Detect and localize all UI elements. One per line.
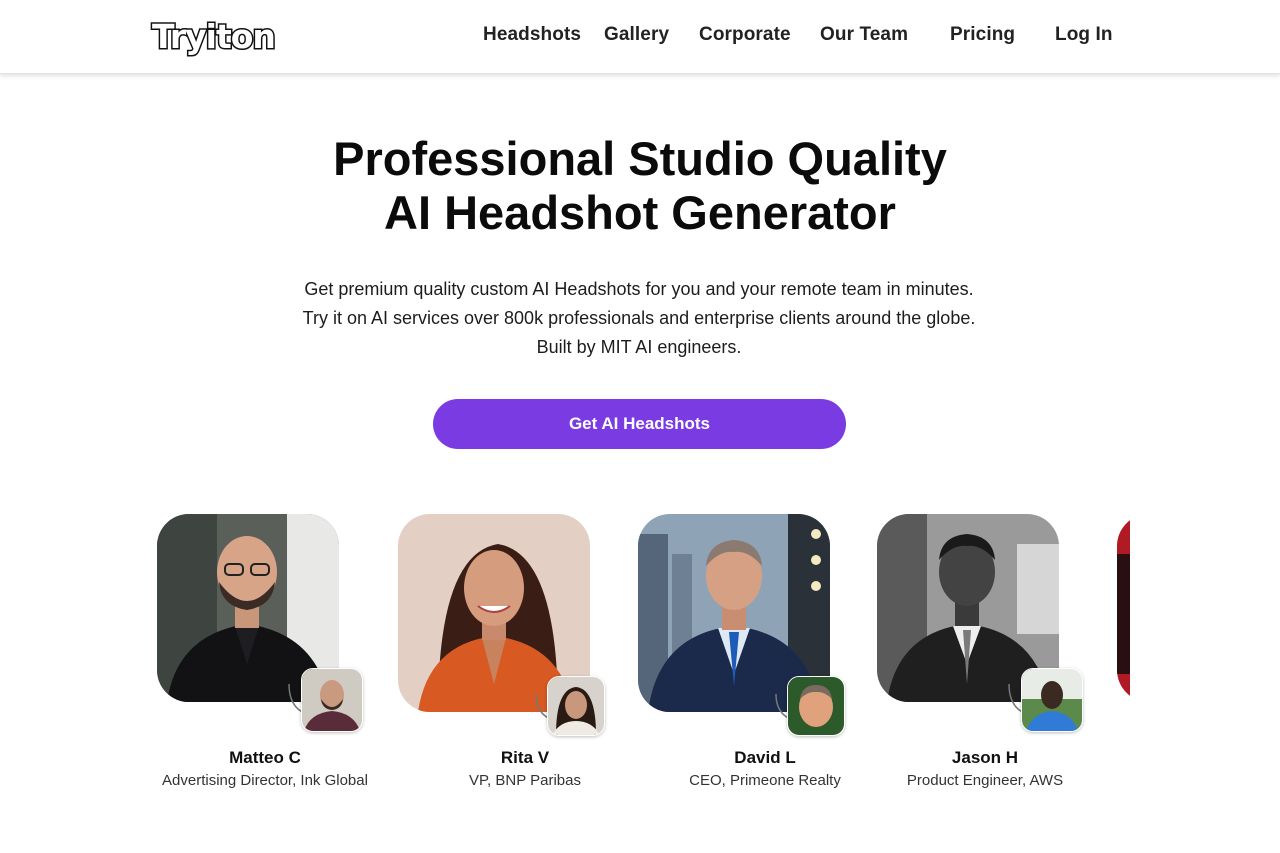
nav-headshots[interactable]: Headshots	[483, 24, 581, 46]
site-header: Tryiton Headshots Gallery Corporate Our …	[0, 0, 1280, 74]
testimonial-card-partial[interactable]	[1110, 505, 1130, 805]
source-selfie-thumbnail	[787, 676, 845, 736]
source-selfie-thumbnail	[547, 676, 605, 736]
ai-headshot-photo	[1117, 514, 1130, 702]
nav-pricing[interactable]: Pricing	[950, 24, 1015, 46]
nav-corporate[interactable]: Corporate	[699, 24, 791, 46]
hero-title: Professional Studio Quality AI Headshot …	[240, 132, 1040, 240]
testimonial-carousel[interactable]: Matteo C Advertising Director, Ink Globa…	[150, 505, 1130, 805]
nav-gallery[interactable]: Gallery	[604, 24, 669, 46]
testimonial-card[interactable]: Rita V VP, BNP Paribas	[390, 505, 620, 805]
testimonial-name: Matteo C	[229, 748, 301, 767]
testimonial-name: Jason H	[951, 748, 1019, 767]
nav-our-team[interactable]: Our Team	[820, 24, 908, 46]
logo-wordmark: Tryiton	[151, 16, 278, 58]
testimonial-role: VP, BNP Paribas	[468, 772, 581, 789]
source-selfie-thumbnail	[301, 668, 363, 732]
testimonial-role: Product Engineer, AWS	[906, 772, 1064, 789]
hero-title-line-1: Professional Studio Quality	[333, 132, 947, 185]
get-headshots-button[interactable]: Get AI Headshots	[433, 399, 846, 449]
testimonial-name: Rita V	[500, 748, 550, 767]
testimonial-name: David L	[734, 748, 796, 767]
testimonial-card[interactable]: Jason H Product Engineer, AWS	[870, 505, 1100, 805]
testimonial-card[interactable]: Matteo C Advertising Director, Ink Globa…	[150, 505, 380, 805]
testimonial-card[interactable]: David L CEO, Primeone Realty	[630, 505, 860, 805]
hero-title-line-2: AI Headshot Generator	[384, 186, 896, 239]
logo-text: Tryiton	[152, 17, 275, 56]
logo[interactable]: Tryiton	[150, 16, 280, 60]
source-selfie-thumbnail	[1021, 668, 1083, 732]
testimonial-role: Advertising Director, Ink Global	[162, 772, 368, 789]
nav-login[interactable]: Log In	[1055, 24, 1113, 46]
hero-subtitle: Get premium quality custom AI Headshots …	[302, 279, 976, 357]
testimonial-role: CEO, Primeone Realty	[689, 772, 841, 789]
